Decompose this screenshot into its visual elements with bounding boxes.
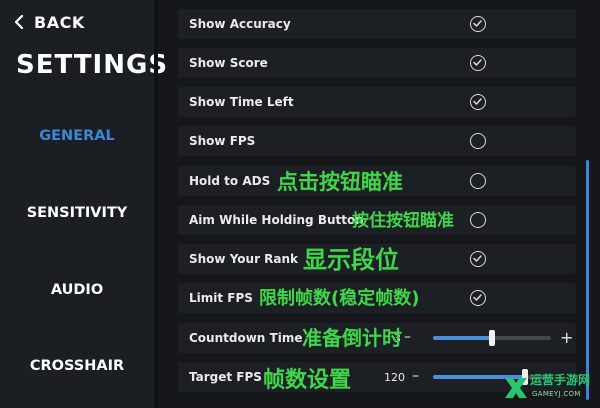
hold-to-ads-checkbox[interactable]: [470, 173, 486, 189]
aim-while-holding-checkbox[interactable]: [470, 212, 486, 228]
show-fps-checkbox[interactable]: [470, 133, 486, 149]
annotation-show-rank: 显示段位: [303, 246, 399, 274]
show-time-left-checkbox[interactable]: [470, 94, 486, 110]
sidebar-item-sensitivity[interactable]: SENSITIVITY: [0, 205, 154, 221]
sidebar-item-general[interactable]: GENERAL: [0, 128, 154, 144]
sidebar: BACK SETTINGS GENERAL SENSITIVITY AUDIO …: [0, 0, 167, 408]
setting-label: Aim While Holding Button: [189, 213, 364, 227]
setting-row-show-time-left[interactable]: Show Time Left: [178, 87, 576, 117]
slider-fill: [433, 336, 492, 340]
page-title: SETTINGS: [16, 50, 169, 80]
setting-label: Show FPS: [189, 134, 256, 148]
show-your-rank-checkbox[interactable]: [470, 251, 486, 267]
check-icon: [473, 20, 482, 27]
countdown-time-slider[interactable]: [433, 330, 551, 346]
sidebar-item-crosshair[interactable]: CROSSHAIR: [0, 358, 154, 374]
check-icon: [473, 255, 482, 262]
setting-label: Show Score: [189, 56, 268, 70]
back-button[interactable]: BACK: [14, 10, 85, 34]
countdown-increase-button[interactable]: +: [560, 328, 573, 347]
target-fps-decrease-button[interactable]: –: [412, 368, 419, 384]
annotation-hold-to-ads: 点击按钮瞄准: [277, 170, 403, 194]
sidebar-divider: [154, 0, 158, 408]
back-label: BACK: [34, 12, 85, 32]
show-score-checkbox[interactable]: [470, 55, 486, 71]
limit-fps-checkbox[interactable]: [470, 290, 486, 306]
watermark-domain: GAMEYJ.COM: [532, 390, 581, 398]
watermark-x-icon: [505, 378, 527, 398]
watermark-logo: 运营手游网 GAMEYJ.COM: [502, 370, 598, 406]
annotation-aim-while-holding: 按住按钮瞄准: [352, 211, 454, 231]
chevron-left-icon: [14, 15, 24, 29]
setting-label: Countdown Time: [189, 331, 303, 345]
scrollbar[interactable]: [586, 160, 589, 400]
slider-thumb[interactable]: [489, 330, 495, 346]
sidebar-item-audio[interactable]: AUDIO: [0, 282, 154, 298]
annotation-countdown: 准备倒计时: [302, 326, 402, 350]
setting-label: Target FPS: [189, 370, 262, 384]
annotation-target-fps: 帧数设置: [263, 368, 352, 393]
countdown-decrease-button[interactable]: –: [404, 329, 411, 345]
check-icon: [473, 294, 482, 301]
setting-row-show-score[interactable]: Show Score: [178, 48, 576, 78]
show-accuracy-checkbox[interactable]: [470, 16, 486, 32]
setting-row-show-accuracy[interactable]: Show Accuracy: [178, 9, 576, 39]
watermark-text: 运营手游网: [530, 373, 591, 387]
setting-label: Show Accuracy: [189, 17, 291, 31]
check-icon: [473, 98, 482, 105]
annotation-limit-fps: 限制帧数(稳定帧数): [259, 288, 420, 309]
setting-label: Show Time Left: [189, 95, 294, 109]
setting-label: Limit FPS: [189, 291, 253, 305]
setting-label: Hold to ADS: [189, 174, 271, 188]
setting-row-show-fps[interactable]: Show FPS: [178, 126, 576, 156]
target-fps-value: 120: [384, 371, 405, 384]
setting-label: Show Your Rank: [189, 252, 299, 266]
check-icon: [473, 59, 482, 66]
